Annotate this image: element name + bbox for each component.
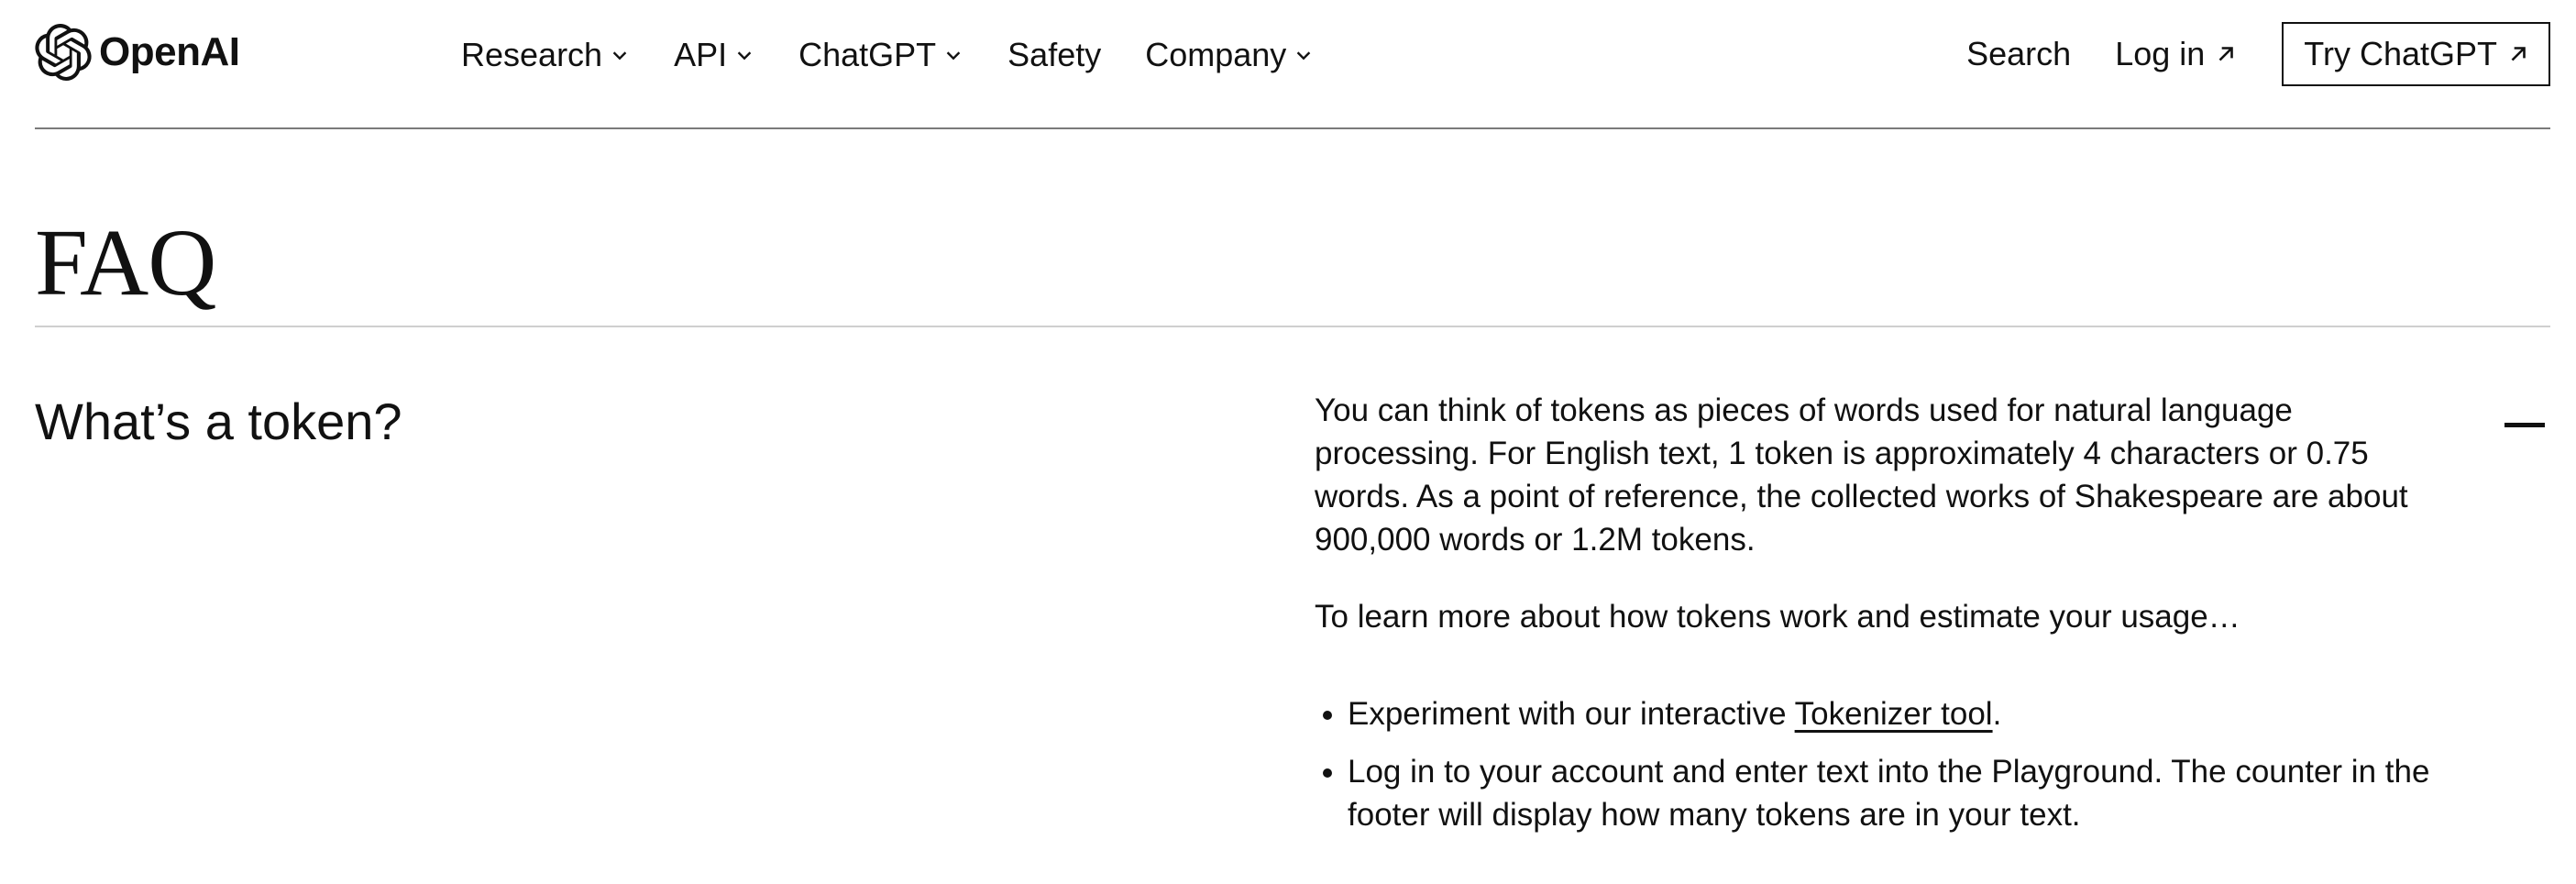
collapse-button[interactable] xyxy=(2504,411,2545,438)
site-header: OpenAI Research API ChatGPT Safety Compa… xyxy=(0,0,2576,128)
login-link[interactable]: Log in xyxy=(2115,35,2238,73)
chevron-down-icon xyxy=(610,45,630,65)
search-link[interactable]: Search xyxy=(1966,35,2071,73)
nav-item-label: ChatGPT xyxy=(798,36,937,73)
openai-logo[interactable]: OpenAI xyxy=(35,23,240,82)
nav-item-label: API xyxy=(674,36,728,73)
chevron-down-icon xyxy=(1294,45,1314,65)
main-nav: Research API ChatGPT Safety Company xyxy=(461,28,1358,83)
faq-answer: You can think of tokens as pieces of wor… xyxy=(1315,389,2460,851)
arrow-up-right-icon xyxy=(2214,42,2238,66)
bullet-text: . xyxy=(1992,696,2002,732)
answer-list: Experiment with our interactive Tokenize… xyxy=(1315,692,2460,836)
answer-paragraph: To learn more about how tokens work and … xyxy=(1315,599,2240,635)
nav-item-chatgpt[interactable]: ChatGPT xyxy=(798,36,963,74)
header-divider xyxy=(35,127,2550,129)
login-label: Log in xyxy=(2115,35,2206,72)
try-chatgpt-label: Try ChatGPT xyxy=(2304,35,2497,72)
nav-item-research[interactable]: Research xyxy=(461,36,630,74)
nav-item-label: Research xyxy=(461,36,603,73)
answer-paragraph: You can think of tokens as pieces of wor… xyxy=(1315,392,2408,558)
search-label: Search xyxy=(1966,35,2072,72)
openai-knot-icon xyxy=(35,24,92,81)
faq-question[interactable]: What’s a token? xyxy=(35,389,402,455)
header-actions: Search Log in Try ChatGPT xyxy=(1966,22,2550,86)
try-chatgpt-button[interactable]: Try ChatGPT xyxy=(2282,22,2550,86)
nav-item-label: Safety xyxy=(1007,36,1102,73)
nav-item-safety[interactable]: Safety xyxy=(1007,36,1101,74)
nav-item-company[interactable]: Company xyxy=(1145,36,1314,74)
arrow-up-right-icon xyxy=(2506,42,2530,66)
nav-item-api[interactable]: API xyxy=(674,36,754,74)
logo-wordmark: OpenAI xyxy=(99,29,240,74)
minus-icon xyxy=(2504,422,2545,427)
bullet-text: Experiment with our interactive xyxy=(1348,696,1795,732)
nav-item-label: Company xyxy=(1145,36,1287,73)
chevron-down-icon xyxy=(943,45,963,65)
page-title: FAQ xyxy=(35,209,216,315)
list-item: Log in to your account and enter text in… xyxy=(1348,750,2460,836)
section-divider xyxy=(35,326,2550,327)
tokenizer-tool-link[interactable]: Tokenizer tool xyxy=(1795,696,1993,732)
chevron-down-icon xyxy=(734,45,754,65)
list-item: Experiment with our interactive Tokenize… xyxy=(1348,692,2460,735)
